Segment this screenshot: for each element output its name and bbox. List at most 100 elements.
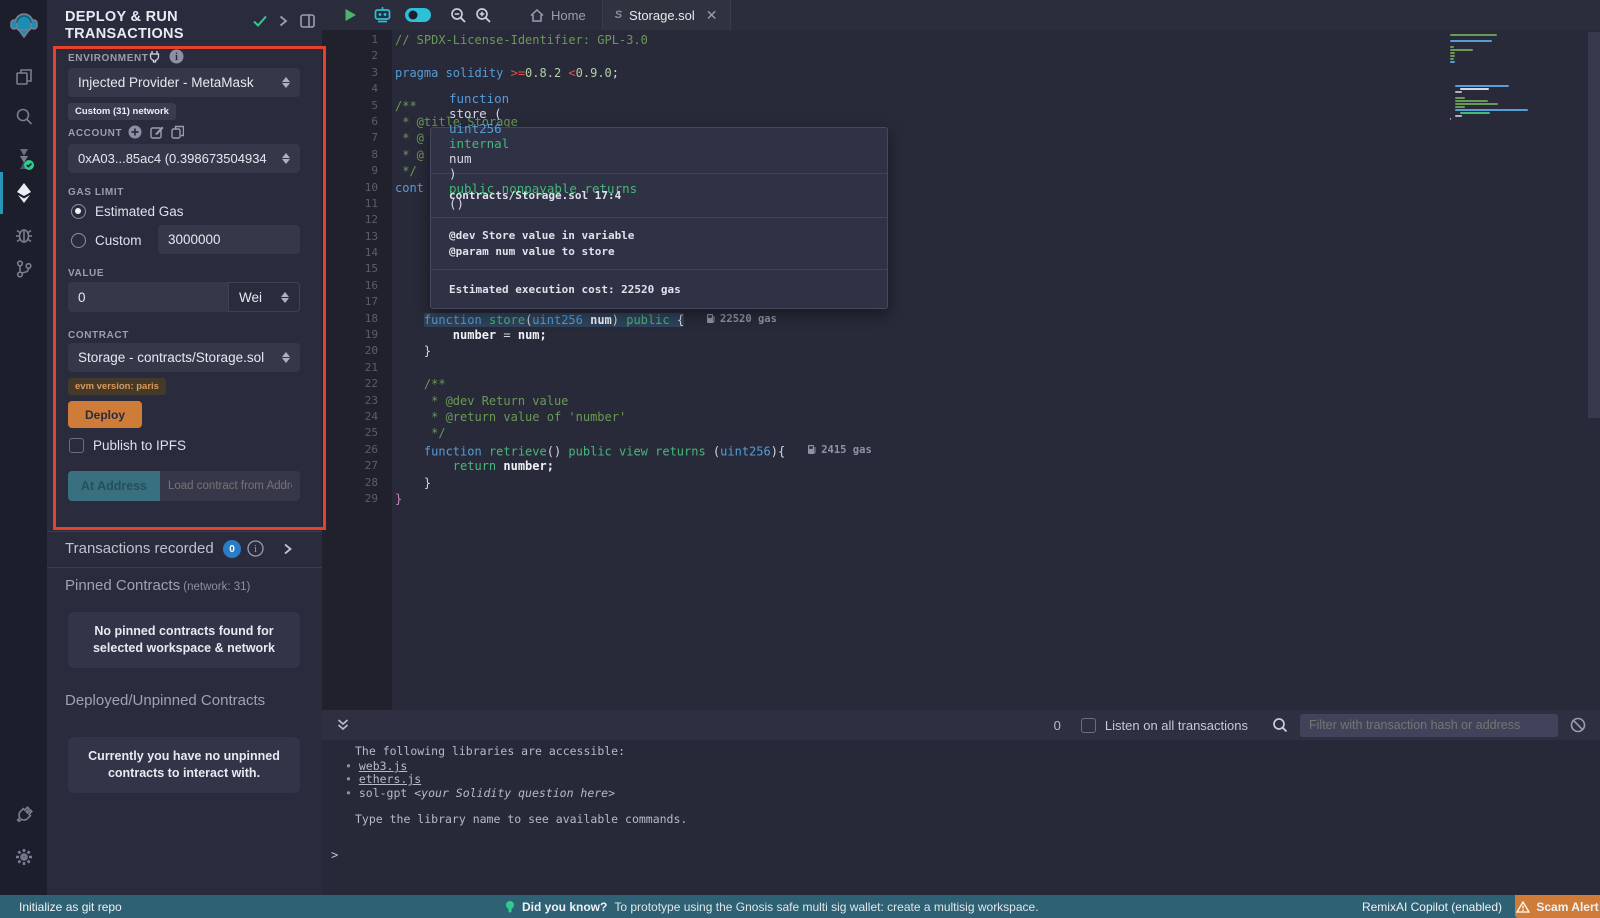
pinned-empty-message: No pinned contracts found forselected wo… <box>68 612 300 668</box>
zoom-in-icon[interactable] <box>475 7 492 24</box>
git-init-status[interactable]: Initialize as git repo <box>19 900 122 914</box>
code-line[interactable]: 22 /** <box>322 376 1600 392</box>
custom-gas-radio[interactable] <box>71 233 86 248</box>
plug-icon[interactable] <box>149 50 160 63</box>
plugin-manager-icon[interactable] <box>0 798 47 832</box>
debugger-icon[interactable] <box>0 218 47 252</box>
estimated-gas-label: Estimated Gas <box>95 204 184 219</box>
code-line[interactable]: 3pragma solidity >=0.8.2 <0.9.0; <box>322 65 1600 81</box>
create-account-icon[interactable] <box>128 125 142 139</box>
deploy-button[interactable]: Deploy <box>68 401 142 428</box>
code-line[interactable]: 19 number = num; <box>322 327 1600 343</box>
code-line[interactable]: 26 function retrieve() public view retur… <box>322 442 1600 458</box>
line-number: 26 <box>322 442 378 458</box>
code-line[interactable]: 1// SPDX-License-Identifier: GPL-3.0 <box>322 32 1600 48</box>
line-number: 14 <box>322 245 378 261</box>
code-line[interactable]: 24 * @return value of 'number' <box>322 409 1600 425</box>
line-number: 8 <box>322 147 378 163</box>
collapse-terminal-icon[interactable] <box>336 718 350 732</box>
copy-account-icon[interactable] <box>171 125 184 139</box>
line-number: 4 <box>322 81 378 97</box>
terminal-header: 0 Listen on all transactions <box>322 710 1600 740</box>
code-editor[interactable]: 1// SPDX-License-Identifier: GPL-3.023pr… <box>322 30 1600 710</box>
at-address-button[interactable]: At Address <box>68 471 160 501</box>
zoom-out-icon[interactable] <box>450 7 467 24</box>
environment-select[interactable]: Injected Provider - MetaMask <box>68 68 300 97</box>
publish-ipfs-checkbox[interactable] <box>69 438 84 453</box>
line-number: 7 <box>322 130 378 146</box>
pin-panel-icon[interactable] <box>300 14 315 28</box>
code-line[interactable]: 25 */ <box>322 425 1600 441</box>
select-arrows-icon <box>281 292 289 303</box>
contract-value: Storage - contracts/Storage.sol <box>78 350 264 365</box>
search-icon[interactable] <box>0 100 47 134</box>
clear-console-icon[interactable] <box>1570 717 1586 733</box>
code-line[interactable]: 29} <box>322 491 1600 507</box>
value-unit: Wei <box>239 290 262 305</box>
code-line[interactable]: 23 * @dev Return value <box>322 393 1600 409</box>
close-tab-icon[interactable]: ✕ <box>706 7 718 24</box>
code-line[interactable]: 20 } <box>322 343 1600 359</box>
file-explorer-icon[interactable] <box>0 60 47 94</box>
environment-value: Injected Provider - MetaMask <box>78 75 254 90</box>
hover-tooltip: function store (uint256 internal num) pu… <box>430 127 888 309</box>
library-link[interactable]: ethers.js <box>359 772 421 786</box>
account-select[interactable]: 0xA03...85ac4 (0.398673504934 <box>68 144 300 173</box>
gas-estimate-annotation: 2415 gas <box>807 442 872 458</box>
line-number: 21 <box>322 360 378 376</box>
terminal-hint-line: Type the library name to see available c… <box>355 813 687 826</box>
activity-bar <box>0 0 47 895</box>
code-line[interactable]: 28 } <box>322 475 1600 491</box>
terminal-output[interactable]: The following libraries are accessible: … <box>322 740 1600 895</box>
line-number: 12 <box>322 212 378 228</box>
library-link[interactable]: web3.js <box>359 759 407 773</box>
value-unit-select[interactable]: Wei <box>228 282 300 312</box>
line-number: 3 <box>322 65 378 81</box>
chevron-right-icon[interactable] <box>278 15 288 27</box>
home-icon <box>530 9 544 22</box>
line-number: 17 <box>322 294 378 310</box>
code-line[interactable]: 2 <box>322 48 1600 64</box>
listen-transactions-checkbox[interactable] <box>1081 718 1096 733</box>
solidity-compiler-icon[interactable] <box>0 142 47 176</box>
select-arrows-icon <box>282 153 290 164</box>
load-contract-input[interactable] <box>160 471 300 501</box>
environment-info-icon[interactable]: i <box>169 49 184 64</box>
settings-gear-icon[interactable] <box>0 840 47 874</box>
contract-label: CONTRACT <box>68 330 129 341</box>
transaction-filter-input[interactable] <box>1300 714 1558 737</box>
deploy-run-icon[interactable] <box>0 176 47 210</box>
publish-ipfs-label: Publish to IPFS <box>93 438 186 453</box>
ai-copilot-robot-icon[interactable] <box>373 7 392 24</box>
code-line[interactable]: 18 function store(uint256 num) public {2… <box>322 311 1600 327</box>
value-input[interactable] <box>68 282 228 312</box>
compile-check-icon[interactable] <box>252 14 268 28</box>
code-line[interactable]: 27 return number; <box>322 458 1600 474</box>
select-arrows-icon <box>282 352 290 363</box>
terminal-prompt[interactable]: > <box>331 849 338 862</box>
terminal-search-icon[interactable] <box>1272 717 1288 733</box>
custom-gas-input[interactable] <box>158 225 300 254</box>
line-number: 29 <box>322 491 378 507</box>
transactions-info-icon[interactable]: i <box>247 540 264 557</box>
scam-alert-button[interactable]: Scam Alert <box>1515 895 1600 918</box>
line-number: 23 <box>322 393 378 409</box>
estimated-gas-radio[interactable] <box>71 204 86 219</box>
git-icon[interactable] <box>0 252 47 286</box>
editor-minimap[interactable] <box>1450 34 1542 121</box>
contract-select[interactable]: Storage - contracts/Storage.sol <box>68 343 300 372</box>
transactions-expand-icon[interactable] <box>283 543 292 555</box>
copilot-toggle[interactable] <box>404 7 432 23</box>
remix-logo-icon[interactable] <box>0 8 47 42</box>
editor-scrollbar[interactable] <box>1588 32 1600 418</box>
sign-message-icon[interactable] <box>150 125 164 139</box>
line-number: 1 <box>322 32 378 48</box>
tooltip-gas-estimate: Estimated execution cost: 22520 gas <box>431 270 887 308</box>
line-number: 13 <box>322 229 378 245</box>
copilot-status[interactable]: RemixAI Copilot (enabled) <box>1362 900 1502 914</box>
terminal-library-item: sol-gpt <your Solidity question here> <box>345 787 615 800</box>
tab-storage-sol[interactable]: S Storage.sol ✕ <box>602 0 731 30</box>
run-script-icon[interactable] <box>344 8 357 22</box>
tab-home[interactable]: Home <box>514 0 602 30</box>
code-line[interactable]: 21 <box>322 360 1600 376</box>
